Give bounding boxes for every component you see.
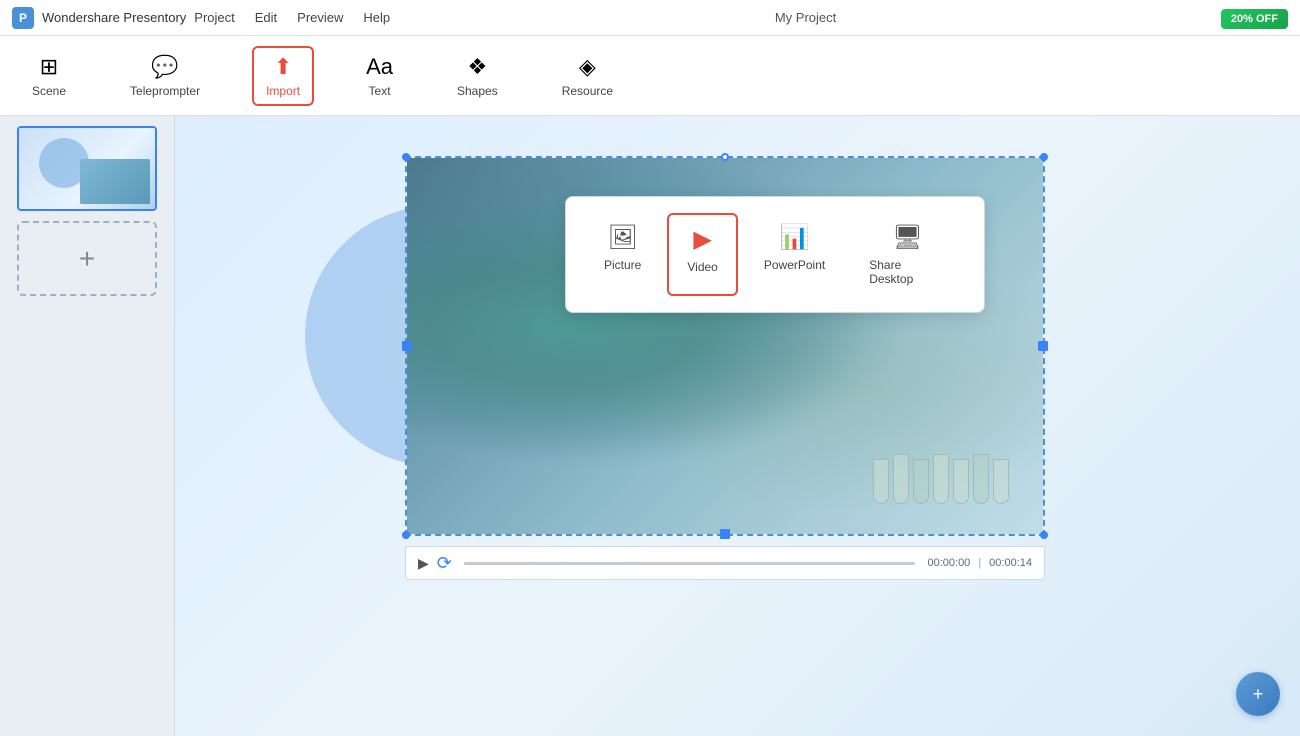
main-toolbar: ⊞ Scene 💬 Teleprompter ⬆ Import Aa Text … xyxy=(0,36,1300,116)
resize-handle-br[interactable] xyxy=(1040,531,1048,539)
tube-3 xyxy=(913,459,929,504)
menu-project[interactable]: Project xyxy=(194,10,234,25)
current-time: 00:00:00 xyxy=(927,557,970,569)
text-icon: Aa xyxy=(366,54,393,80)
import-picture-option[interactable]: 🖼 Picture xyxy=(586,213,659,296)
add-slide-icon: + xyxy=(79,243,95,275)
add-slide-button[interactable]: + xyxy=(17,221,157,296)
import-share-desktop-option[interactable]: 🖥 Share Desktop xyxy=(851,213,964,296)
import-button[interactable]: ⬆ Import xyxy=(252,46,314,106)
resource-button[interactable]: ◈ Resource xyxy=(550,48,625,104)
import-label: Import xyxy=(266,84,300,98)
resize-handle-tl[interactable] xyxy=(402,153,410,161)
text-label: Text xyxy=(369,84,391,98)
import-powerpoint-option[interactable]: 📊 PowerPoint xyxy=(746,213,843,296)
resize-handle-b[interactable] xyxy=(720,529,730,539)
scene-icon: ⊞ xyxy=(40,54,58,80)
resource-icon: ◈ xyxy=(579,54,596,80)
teleprompter-label: Teleprompter xyxy=(130,84,200,98)
import-dropdown: 🖼 Picture ▶ Video 📊 PowerPoint 🖥 Share D… xyxy=(565,196,985,313)
resize-handle-t[interactable] xyxy=(721,153,729,161)
picture-label: Picture xyxy=(604,258,641,272)
logo-char: P xyxy=(19,11,27,25)
resize-handle-r[interactable] xyxy=(1038,341,1048,351)
picture-icon: 🖼 xyxy=(607,223,637,252)
slides-panel: 1 + xyxy=(0,116,175,736)
resource-label: Resource xyxy=(562,84,613,98)
tube-5 xyxy=(953,459,969,504)
tube-4 xyxy=(933,454,949,504)
menu-preview[interactable]: Preview xyxy=(297,10,343,25)
titlebar-left: P Wondershare Presentory Project Edit Pr… xyxy=(12,7,390,29)
fab-icon: + xyxy=(1253,684,1264,705)
promo-area: 20% OFF xyxy=(1221,9,1288,27)
menu-help[interactable]: Help xyxy=(363,10,390,25)
canvas-area: ▶ ⟳ 00:00:00 | 00:00:14 🖼 Picture ▶ Vide… xyxy=(175,116,1300,736)
video-label: Video xyxy=(687,260,717,274)
import-video-option[interactable]: ▶ Video xyxy=(667,213,737,296)
powerpoint-icon: 📊 xyxy=(780,223,810,252)
import-icon: ⬆ xyxy=(274,54,292,80)
video-controls: ▶ ⟳ 00:00:00 | 00:00:14 xyxy=(405,546,1045,580)
project-name: My Project xyxy=(775,10,836,25)
resize-handle-bl[interactable] xyxy=(402,531,410,539)
tube-6 xyxy=(973,454,989,504)
menu-edit[interactable]: Edit xyxy=(255,10,277,25)
promo-badge[interactable]: 20% OFF xyxy=(1221,9,1288,29)
app-logo: P xyxy=(12,7,34,29)
titlebar-menus: Project Edit Preview Help xyxy=(194,10,390,25)
text-button[interactable]: Aa Text xyxy=(354,48,405,104)
scene-label: Scene xyxy=(32,84,66,98)
slide-thumb-1[interactable]: 1 xyxy=(17,126,157,211)
tube-1 xyxy=(873,459,889,504)
powerpoint-label: PowerPoint xyxy=(764,258,825,272)
resize-handle-l[interactable] xyxy=(402,341,412,351)
tube-2 xyxy=(893,454,909,504)
slide-thumb-image xyxy=(80,159,150,204)
teleprompter-button[interactable]: 💬 Teleprompter xyxy=(118,48,212,104)
share-desktop-label: Share Desktop xyxy=(869,258,946,286)
tube-7 xyxy=(993,459,1009,504)
main-layout: 1 + xyxy=(0,116,1300,736)
play-button[interactable]: ▶ xyxy=(418,555,429,572)
progress-bar[interactable] xyxy=(464,562,916,565)
teleprompter-icon: 💬 xyxy=(151,54,178,80)
share-desktop-icon: 🖥 xyxy=(892,223,922,252)
app-name: Wondershare Presentory xyxy=(42,10,186,25)
time-divider: | xyxy=(978,557,981,569)
test-tubes xyxy=(873,424,1023,504)
total-time: 00:00:14 xyxy=(989,557,1032,569)
shapes-icon: ❖ xyxy=(467,54,487,80)
shapes-label: Shapes xyxy=(457,84,498,98)
shapes-button[interactable]: ❖ Shapes xyxy=(445,48,510,104)
slide-thumb-inner-1 xyxy=(19,128,155,209)
resize-handle-tr[interactable] xyxy=(1040,153,1048,161)
scene-button[interactable]: ⊞ Scene xyxy=(20,48,78,104)
titlebar: P Wondershare Presentory Project Edit Pr… xyxy=(0,0,1300,36)
video-icon: ▶ xyxy=(693,225,711,254)
stop-button[interactable]: ⟳ xyxy=(437,553,452,574)
fab-button[interactable]: + xyxy=(1236,672,1280,716)
